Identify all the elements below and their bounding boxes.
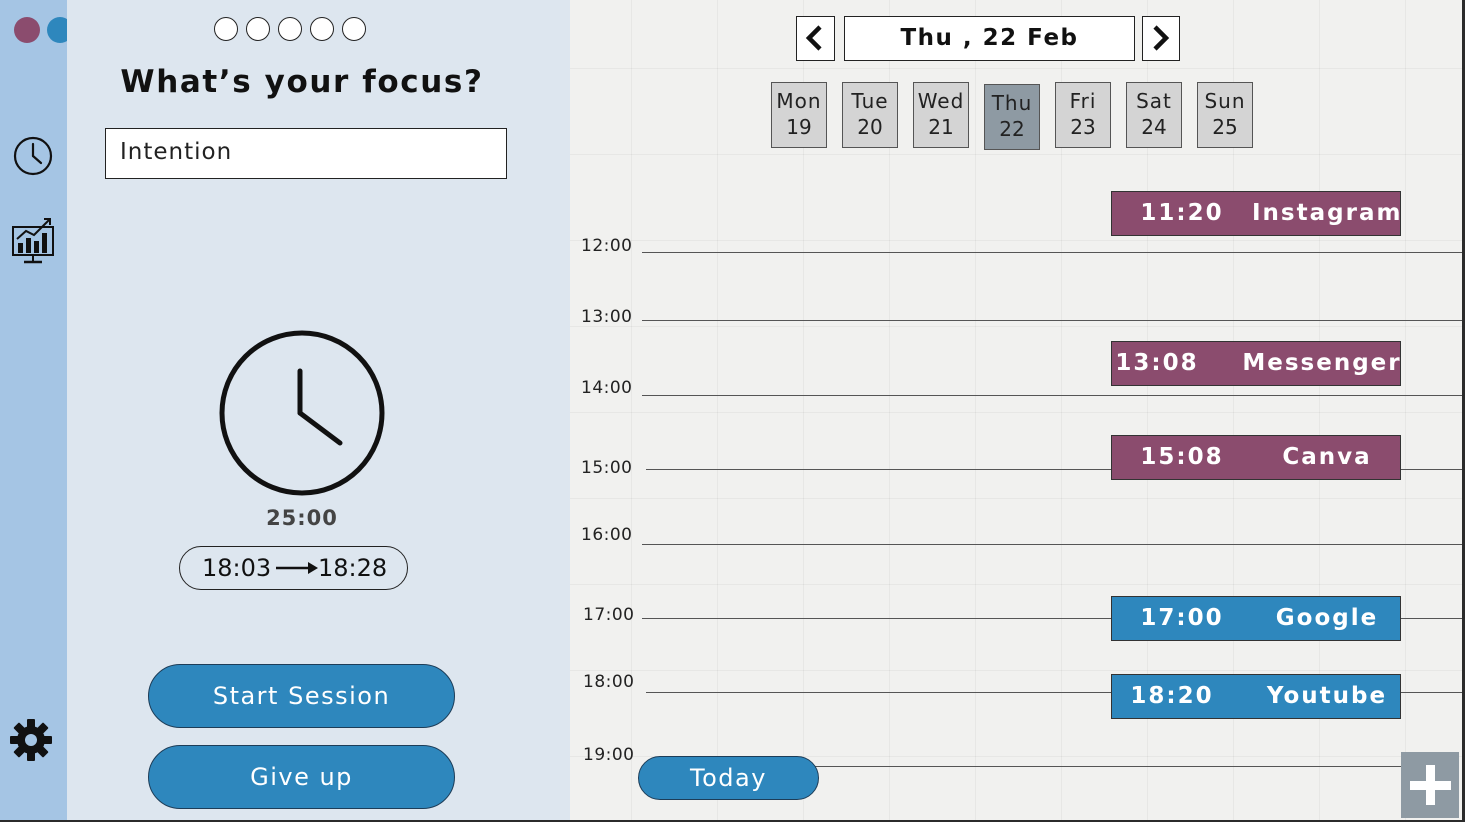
clock-face-icon bbox=[219, 330, 385, 496]
progress-step bbox=[342, 17, 366, 41]
day-sun[interactable]: Sun 25 bbox=[1197, 82, 1253, 148]
event-canva[interactable]: 15:08 Canva bbox=[1111, 435, 1401, 480]
day-sat[interactable]: Sat 24 bbox=[1126, 82, 1182, 148]
day-name: Sat bbox=[1136, 89, 1172, 113]
progress-step bbox=[246, 17, 270, 41]
calendar-panel: Thu , 22 Feb Mon 19 Tue 20 Wed 21 Thu 22 bbox=[570, 0, 1462, 820]
hour-label: 17:00 bbox=[583, 605, 635, 625]
today-button[interactable]: Today bbox=[638, 756, 819, 800]
hour-label: 16:00 bbox=[581, 525, 633, 545]
app-window: What’s your focus? Intention 25:00 18:03… bbox=[0, 0, 1462, 820]
event-youtube[interactable]: 18:20 Youtube bbox=[1111, 674, 1401, 719]
event-instagram[interactable]: 11:20 Instagram bbox=[1111, 191, 1401, 236]
day-name: Thu bbox=[991, 91, 1033, 115]
day-number: 25 bbox=[1212, 115, 1238, 139]
event-time: 13:08 bbox=[1115, 350, 1199, 376]
add-event-button[interactable] bbox=[1401, 752, 1459, 818]
event-time: 17:00 bbox=[1140, 605, 1224, 631]
event-name: Canva bbox=[1282, 444, 1372, 470]
day-number: 22 bbox=[999, 117, 1025, 141]
intention-value: Intention bbox=[120, 139, 233, 165]
range-start-time: 18:03 bbox=[202, 554, 272, 582]
day-thu[interactable]: Thu 22 bbox=[984, 84, 1040, 150]
clock-icon[interactable] bbox=[12, 135, 54, 177]
day-fri[interactable]: Fri 23 bbox=[1055, 82, 1111, 148]
session-time-range: 18:03 18:28 bbox=[179, 546, 408, 590]
day-wed[interactable]: Wed 21 bbox=[913, 82, 969, 148]
day-name: Sun bbox=[1204, 89, 1246, 113]
sidebar bbox=[0, 0, 105, 820]
day-name: Fri bbox=[1069, 89, 1097, 113]
day-tue[interactable]: Tue 20 bbox=[842, 82, 898, 148]
focus-panel: What’s your focus? Intention 25:00 18:03… bbox=[67, 0, 570, 820]
hour-line bbox=[642, 252, 1462, 253]
hour-label: 18:00 bbox=[583, 672, 635, 692]
start-session-button[interactable]: Start Session bbox=[148, 664, 455, 728]
next-day-button[interactable] bbox=[1142, 16, 1180, 61]
day-number: 23 bbox=[1070, 115, 1096, 139]
day-name: Tue bbox=[851, 89, 889, 113]
hour-label: 19:00 bbox=[583, 745, 635, 765]
hour-label: 13:00 bbox=[581, 307, 633, 327]
progress-step bbox=[214, 17, 238, 41]
event-name: Youtube bbox=[1266, 683, 1388, 709]
give-up-button[interactable]: Give up bbox=[148, 745, 455, 809]
arrow-right-icon bbox=[276, 562, 318, 574]
day-mon[interactable]: Mon 19 bbox=[771, 82, 827, 148]
day-name: Wed bbox=[917, 89, 965, 113]
intention-input[interactable]: Intention bbox=[105, 128, 507, 179]
day-number: 19 bbox=[786, 115, 812, 139]
range-end-time: 18:28 bbox=[318, 554, 388, 582]
hour-label: 15:00 bbox=[581, 458, 633, 478]
prev-day-button[interactable] bbox=[796, 16, 835, 61]
day-number: 21 bbox=[928, 115, 954, 139]
event-name: Messenger bbox=[1242, 350, 1402, 376]
progress-step bbox=[310, 17, 334, 41]
day-number: 20 bbox=[857, 115, 883, 139]
event-google[interactable]: 17:00 Google bbox=[1111, 596, 1401, 641]
window-dot-purple[interactable] bbox=[14, 17, 40, 43]
gear-icon[interactable] bbox=[9, 718, 53, 762]
event-name: Instagram bbox=[1252, 200, 1403, 226]
chevron-right-icon bbox=[1153, 25, 1170, 51]
hour-label: 12:00 bbox=[581, 236, 633, 256]
progress-step bbox=[278, 17, 302, 41]
hour-line bbox=[642, 544, 1462, 545]
event-messenger[interactable]: 13:08 Messenger bbox=[1111, 341, 1401, 386]
date-display[interactable]: Thu , 22 Feb bbox=[844, 16, 1135, 61]
day-name: Mon bbox=[776, 89, 822, 113]
hour-line bbox=[642, 395, 1462, 396]
focus-title: What’s your focus? bbox=[120, 64, 484, 100]
hour-label: 14:00 bbox=[581, 378, 633, 398]
day-number: 24 bbox=[1141, 115, 1167, 139]
stats-chart-icon[interactable] bbox=[10, 215, 56, 265]
event-time: 18:20 bbox=[1130, 683, 1214, 709]
current-date-label: Thu , 22 Feb bbox=[900, 25, 1079, 51]
event-time: 11:20 bbox=[1140, 200, 1224, 226]
plus-icon bbox=[1410, 765, 1451, 805]
event-name: Google bbox=[1275, 605, 1379, 631]
timer-display: 25:00 bbox=[266, 506, 338, 530]
event-time: 15:08 bbox=[1140, 444, 1224, 470]
hour-line bbox=[642, 320, 1462, 321]
chevron-left-icon bbox=[805, 25, 822, 51]
